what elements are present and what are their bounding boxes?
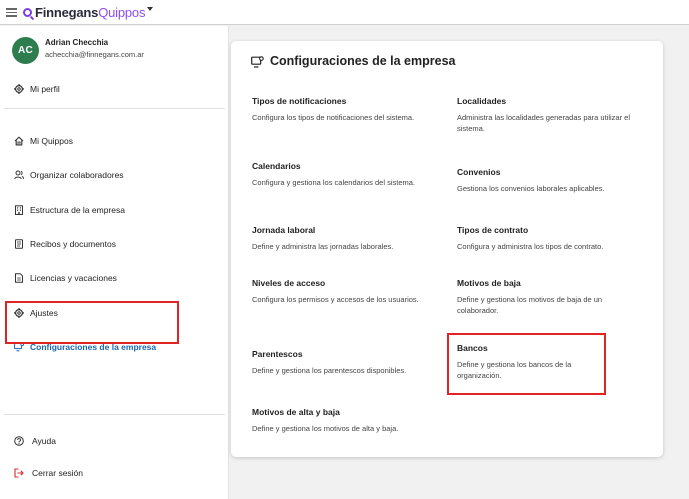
- gear-icon: [14, 84, 24, 94]
- caret-down-icon[interactable]: [147, 7, 153, 11]
- sidebar-item-licencias[interactable]: Licencias y vacaciones: [14, 271, 117, 285]
- config-item-desc: Define y gestiona los motivos de baja de…: [457, 295, 603, 315]
- sidebar-item-profile[interactable]: Mi perfil: [14, 82, 60, 96]
- building-icon: [14, 205, 24, 215]
- sidebar-item-label: Estructura de la empresa: [30, 205, 125, 215]
- config-item-tipos-notificaciones[interactable]: Tipos de notificaciones Configura los ti…: [252, 96, 432, 123]
- config-item-niveles-acceso[interactable]: Niveles de acceso Configura los permisos…: [252, 278, 432, 305]
- calendar-document-icon: [14, 273, 24, 283]
- config-item-motivos-baja[interactable]: Motivos de baja Define y gestiona los mo…: [457, 278, 637, 316]
- config-item-desc: Administra las localidades generadas par…: [457, 113, 631, 133]
- config-item-jornada[interactable]: Jornada laboral Define y administra las …: [252, 225, 432, 252]
- config-item-title: Convenios: [457, 167, 501, 177]
- logo-icon: [23, 7, 32, 17]
- user-email: achecchia@finnegans.com.ar: [45, 50, 144, 59]
- users-icon: [14, 170, 24, 180]
- user-card: AC Adrian Checchia achecchia@finnegans.c…: [12, 37, 144, 64]
- home-icon: [14, 136, 24, 146]
- sidebar-item-mi-quippos[interactable]: Mi Quippos: [14, 134, 73, 148]
- config-item-title: Jornada laboral: [252, 225, 316, 235]
- avatar: AC: [12, 37, 39, 64]
- logout-icon: [14, 468, 24, 478]
- config-item-title: Motivos de alta y baja: [252, 407, 340, 417]
- sidebar-item-label: Ayuda: [32, 436, 56, 446]
- config-item-title: Tipos de notificaciones: [252, 96, 347, 106]
- app-logo[interactable]: Finnegans Quippos: [23, 4, 145, 20]
- config-item-desc: Define y gestiona los motivos de alta y …: [252, 424, 399, 433]
- sidebar-item-help[interactable]: Ayuda: [14, 434, 56, 448]
- card-header: Configuraciones de la empresa: [251, 54, 455, 68]
- sidebar-item-label: Mi Quippos: [30, 136, 73, 146]
- config-item-desc: Configura y administra los tipos de cont…: [457, 242, 604, 251]
- config-item-title: Niveles de acceso: [252, 278, 326, 288]
- config-item-desc: Configura los permisos y accesos de los …: [252, 295, 419, 304]
- config-item-calendarios[interactable]: Calendarios Configura y gestiona los cal…: [252, 161, 432, 188]
- divider: [4, 414, 225, 415]
- config-item-desc: Configura los tipos de notificaciones de…: [252, 113, 415, 122]
- config-item-desc: Define y administra las jornadas laboral…: [252, 242, 394, 251]
- config-item-localidades[interactable]: Localidades Administra las localidades g…: [457, 96, 637, 134]
- sidebar-item-estructura[interactable]: Estructura de la empresa: [14, 203, 125, 217]
- sidebar-item-logout[interactable]: Cerrar sesión: [14, 466, 83, 480]
- user-name: Adrian Checchia: [45, 38, 109, 47]
- config-item-desc: Define y gestiona los parentescos dispon…: [252, 366, 407, 375]
- sidebar-item-label: Licencias y vacaciones: [30, 273, 117, 283]
- config-item-parentescos[interactable]: Parentescos Define y gestiona los parent…: [252, 349, 432, 376]
- settings-card: Configuraciones de la empresa Tipos de n…: [231, 41, 663, 457]
- config-item-motivos-alta-baja[interactable]: Motivos de alta y baja Define y gestiona…: [252, 407, 432, 434]
- sidebar-item-label: Recibos y documentos: [30, 239, 116, 249]
- config-item-convenios[interactable]: Convenios Gestiona los convenios laboral…: [457, 167, 637, 194]
- logo-text-secondary: Quippos: [98, 4, 146, 20]
- menu-icon[interactable]: [6, 8, 17, 17]
- config-item-title: Calendarios: [252, 161, 301, 171]
- config-item-title: Motivos de baja: [457, 278, 521, 288]
- sidebar-item-label: Mi perfil: [30, 84, 60, 94]
- highlight-box: [447, 333, 606, 395]
- sidebar: AC Adrian Checchia achecchia@finnegans.c…: [0, 26, 229, 499]
- monitor-gear-icon: [251, 55, 264, 68]
- sidebar-item-recibos[interactable]: Recibos y documentos: [14, 237, 116, 251]
- config-item-desc: Configura y gestiona los calendarios del…: [252, 178, 416, 187]
- help-icon: [14, 436, 24, 446]
- config-item-tipos-contrato[interactable]: Tipos de contrato Configura y administra…: [457, 225, 637, 252]
- config-item-title: Localidades: [457, 96, 507, 106]
- sidebar-item-label: Cerrar sesión: [32, 468, 84, 478]
- config-item-desc: Gestiona los convenios laborales aplicab…: [457, 184, 605, 193]
- sidebar-item-label: Organizar colaboradores: [30, 170, 124, 180]
- highlight-box: [5, 301, 179, 344]
- logo-text-primary: Finnegans: [35, 4, 99, 20]
- page-title: Configuraciones de la empresa: [270, 54, 456, 68]
- top-bar: Finnegans Quippos: [0, 0, 689, 25]
- config-item-title: Parentescos: [252, 349, 303, 359]
- config-item-title: Tipos de contrato: [457, 225, 529, 235]
- divider: [4, 108, 225, 109]
- document-icon: [14, 239, 24, 249]
- sidebar-item-organizar-colaboradores[interactable]: Organizar colaboradores: [14, 168, 124, 182]
